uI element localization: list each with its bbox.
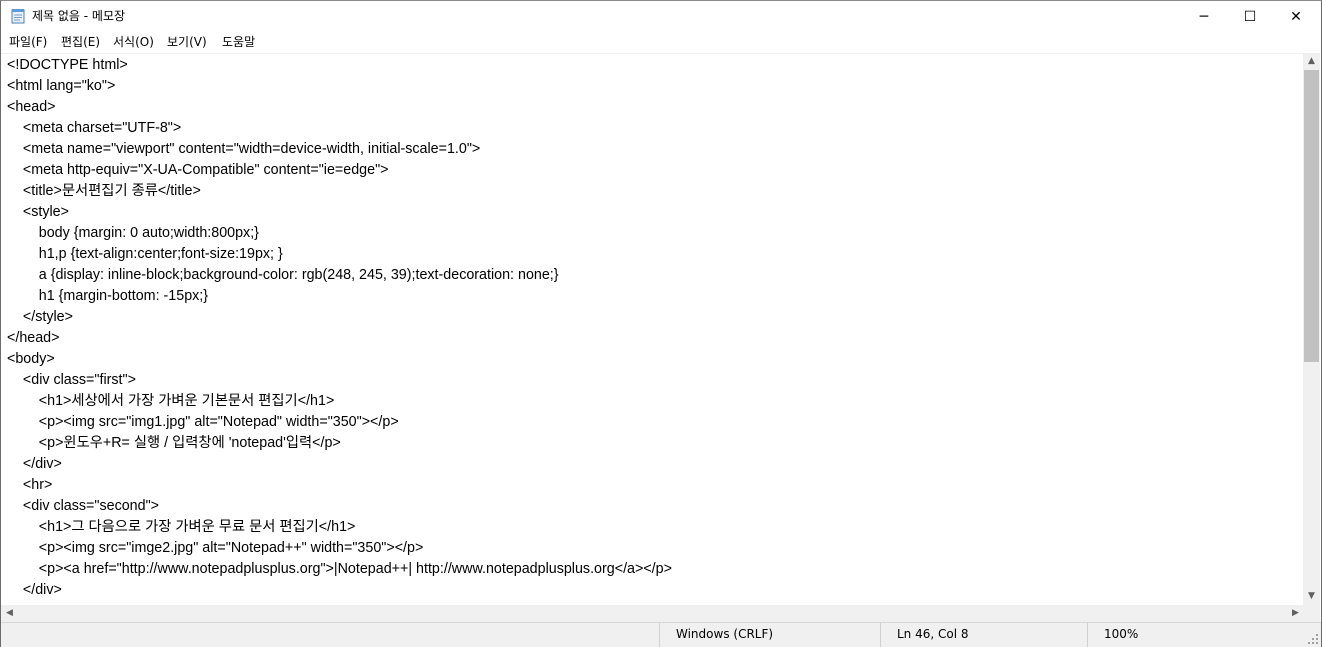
code-line: <p><img src="imge2.jpg" alt="Notepad++" …: [7, 540, 424, 556]
code-line: <h1>세상에서 가장 가벼운 기본문서 편집기</h1>: [7, 393, 335, 409]
code-line: <html lang="ko">: [7, 78, 116, 94]
close-button[interactable]: ✕: [1273, 1, 1319, 32]
code-line: </head>: [7, 330, 60, 346]
code-line: <h1>그 다음으로 가장 가벼운 무료 문서 편집기</h1>: [7, 519, 356, 535]
menu-bar: 파일(F) 편집(E) 서식(O) 보기(V) 도움말: [1, 32, 1321, 52]
menu-help[interactable]: 도움말: [222, 34, 255, 50]
zoom-status: 100%: [1087, 623, 1307, 647]
code-line: <!DOCTYPE html>: [7, 57, 128, 73]
triangle-down-icon[interactable]: ▼: [1303, 588, 1320, 605]
horizontal-scrollbar[interactable]: ◀ ▶: [1, 605, 1304, 622]
code-line: <style>: [7, 204, 69, 220]
code-line: body {margin: 0 auto;width:800px;}: [7, 225, 259, 241]
vertical-scrollbar[interactable]: ▲ ▼: [1303, 53, 1320, 605]
menu-format[interactable]: 서식(O): [113, 34, 154, 50]
menu-view[interactable]: 보기(V): [167, 34, 207, 50]
cursor-position-status: Ln 46, Col 8: [880, 623, 1087, 647]
line-ending-status: Windows (CRLF): [659, 623, 880, 647]
code-line: a {display: inline-block;background-colo…: [7, 267, 559, 283]
triangle-right-icon[interactable]: ▶: [1287, 605, 1304, 622]
vertical-scroll-thumb[interactable]: [1304, 70, 1319, 362]
window-title: 제목 없음 - 메모장: [32, 9, 126, 23]
code-line: <head>: [7, 99, 56, 115]
status-bar: Windows (CRLF) Ln 46, Col 8 100%: [1, 622, 1321, 647]
maximize-icon: ☐: [1243, 8, 1257, 25]
resize-grip-icon[interactable]: [1307, 633, 1319, 645]
code-line: <p>윈도우+R= 실행 / 입력창에 'notepad'입력</p>: [7, 435, 341, 451]
code-line: <p><a href="http://www.notepadplusplus.o…: [7, 561, 672, 577]
code-line: </style>: [7, 309, 73, 325]
text-editor[interactable]: <!DOCTYPE html> <html lang="ko"> <head> <m…: [1, 53, 1304, 606]
code-line: </div>: [7, 456, 62, 472]
code-line: <meta charset="UTF-8">: [7, 120, 182, 136]
menu-edit[interactable]: 편집(E): [61, 34, 100, 50]
menu-file[interactable]: 파일(F): [9, 34, 47, 50]
scrollbar-corner: [1303, 605, 1320, 622]
notepad-icon: [11, 9, 25, 24]
triangle-left-icon[interactable]: ◀: [1, 605, 18, 622]
code-line: <div class="second">: [7, 498, 160, 514]
code-line: </div>: [7, 582, 62, 598]
code-line: <div class="first">: [7, 372, 136, 388]
code-line: <meta name="viewport" content="width=dev…: [7, 141, 481, 157]
code-line: <hr>: [7, 477, 53, 493]
minimize-icon: ─: [1199, 8, 1209, 25]
code-line: <body>: [7, 351, 55, 367]
code-line: <p><img src="img1.jpg" alt="Notepad" wid…: [7, 414, 399, 430]
code-line: <title>문서편집기 종류</title>: [7, 183, 201, 199]
code-line: h1 {margin-bottom: -15px;}: [7, 288, 209, 304]
code-line: h1,p {text-align:center;font-size:19px; …: [7, 246, 283, 262]
maximize-button[interactable]: ☐: [1227, 1, 1273, 32]
minimize-button[interactable]: ─: [1181, 1, 1227, 32]
notepad-window: 제목 없음 - 메모장 ─ ☐ ✕ 파일(F) 편집(E) 서식(O) 보기(V…: [0, 0, 1322, 647]
triangle-up-icon[interactable]: ▲: [1303, 53, 1320, 70]
code-line: <meta http-equiv="X-UA-Compatible" conte…: [7, 162, 389, 178]
title-bar[interactable]: 제목 없음 - 메모장 ─ ☐ ✕: [1, 1, 1321, 32]
close-icon: ✕: [1290, 8, 1302, 25]
